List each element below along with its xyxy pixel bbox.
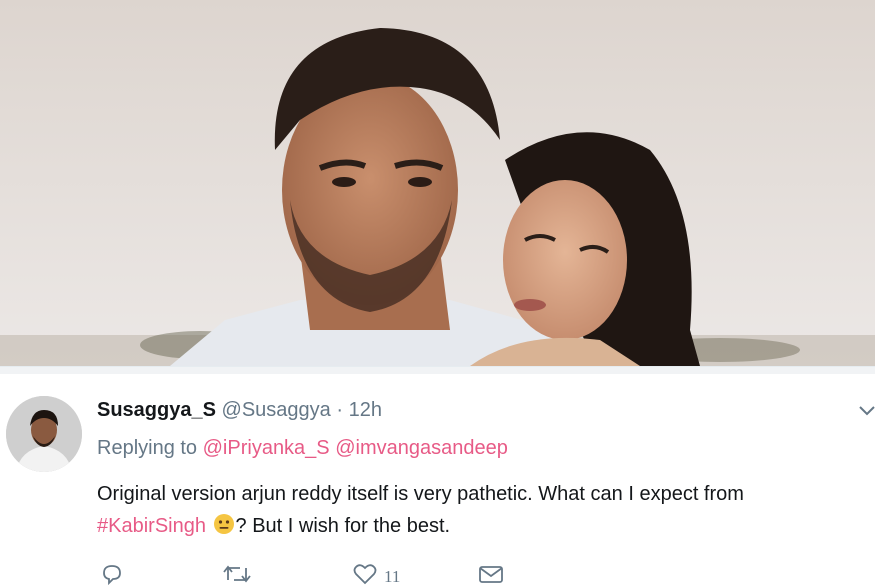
envelope-icon	[479, 566, 503, 583]
tweet-text-part: Original version arjun reddy itself is v…	[97, 483, 744, 505]
user-handle[interactable]: @Susaggya	[222, 399, 331, 421]
chevron-down-icon[interactable]	[858, 404, 875, 418]
direct-message-button[interactable]	[478, 562, 504, 586]
reply-icon	[103, 565, 121, 586]
neutral-face-emoji-icon	[213, 514, 234, 534]
avatar[interactable]	[6, 396, 82, 472]
display-name[interactable]: Susaggya_S	[97, 399, 216, 421]
retweet-button[interactable]	[222, 562, 252, 586]
like-button[interactable]: 11	[352, 562, 400, 586]
retweet-icon	[223, 565, 251, 583]
mention-link[interactable]: @imvangasandeep	[335, 437, 508, 459]
replying-to-label: Replying to	[97, 437, 198, 459]
tweet-text-part: ? But I wish for the best.	[235, 515, 451, 537]
tweet-text: Original version arjun reddy itself is v…	[97, 478, 857, 542]
tweet[interactable]: Susaggya_S @Susaggya · 12h Replying to @…	[0, 374, 875, 586]
like-count: 11	[384, 567, 401, 586]
tweet-actions: 11	[100, 562, 700, 586]
replying-to: Replying to @iPriyanka_S @imvangasandeep	[97, 436, 508, 460]
mention-link[interactable]: @iPriyanka_S	[203, 437, 330, 459]
tweet-media-image[interactable]	[0, 0, 875, 366]
heart-icon	[353, 564, 377, 585]
reply-button[interactable]	[100, 562, 124, 586]
hashtag-link[interactable]: #KabirSingh	[97, 515, 206, 537]
timestamp[interactable]: 12h	[349, 399, 382, 421]
tweet-header: Susaggya_S @Susaggya · 12h	[97, 398, 382, 422]
separator: ·	[336, 399, 344, 421]
